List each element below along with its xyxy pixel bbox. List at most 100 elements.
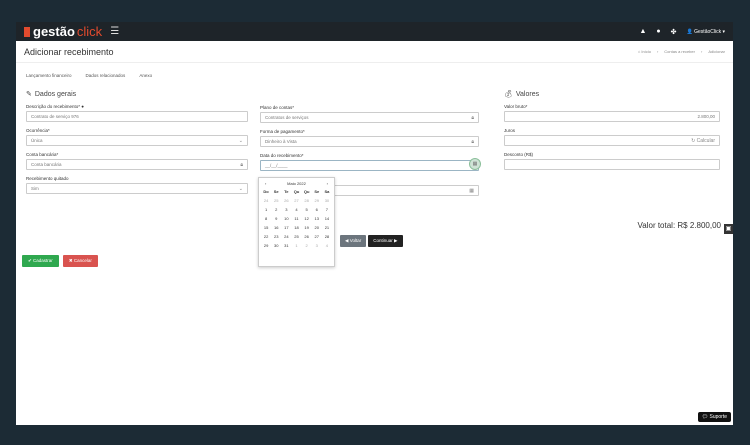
- cadastrar-button[interactable]: ✔ Cadastrar: [22, 255, 59, 267]
- calendar-day[interactable]: 8: [261, 216, 271, 221]
- forma-input[interactable]: Dinheiro à Vista 🔒︎: [260, 136, 479, 147]
- calendar-day[interactable]: 10: [281, 216, 291, 221]
- tab-lancamento[interactable]: Lançamento financeiro: [26, 73, 72, 78]
- calendar-day[interactable]: 1: [261, 207, 271, 212]
- calendar-day[interactable]: 20: [312, 225, 322, 230]
- page-title: Adicionar recebimento: [24, 46, 114, 57]
- calendar-day[interactable]: 18: [291, 225, 301, 230]
- calendar-month[interactable]: Maio 2022: [287, 181, 306, 186]
- voltar-button[interactable]: ◀ Voltar: [340, 235, 367, 247]
- menu-icon[interactable]: ☰: [110, 26, 119, 37]
- check-icon: ✔: [28, 258, 32, 263]
- juros-input[interactable]: ↻ Calcular: [504, 135, 720, 146]
- calendar-day[interactable]: 19: [302, 225, 312, 230]
- calendar-day[interactable]: 9: [271, 216, 281, 221]
- calendar-day[interactable]: 4: [322, 243, 332, 248]
- calendar-day[interactable]: 2: [271, 207, 281, 212]
- tab-dados-relacionados[interactable]: Dados relacionados: [86, 73, 126, 78]
- prev-month-icon[interactable]: ‹: [265, 181, 266, 186]
- calendar-day[interactable]: 7: [322, 207, 332, 212]
- close-icon: ✖: [68, 258, 73, 263]
- calendar-day[interactable]: 27: [291, 198, 301, 203]
- calendar-day[interactable]: 12: [302, 216, 312, 221]
- calendar-day[interactable]: 25: [291, 234, 301, 239]
- calendar-day[interactable]: 21: [322, 225, 332, 230]
- info-icon: ●: [81, 104, 85, 109]
- calendar-day[interactable]: 14: [322, 216, 332, 221]
- help-icon[interactable]: ●: [656, 28, 660, 35]
- brand-accent: click: [76, 24, 103, 39]
- calendar-day[interactable]: 3: [312, 243, 322, 248]
- calendar-day[interactable]: 27: [312, 234, 322, 239]
- cancelar-button[interactable]: ✖ Cancelar: [62, 255, 98, 267]
- side-widget-icon[interactable]: ▣: [724, 224, 733, 234]
- lock-icon: 🔒︎: [240, 161, 243, 168]
- logo[interactable]: gestão click: [24, 24, 102, 39]
- breadcrumb-contas[interactable]: Contas a receber: [664, 49, 695, 54]
- settings-icon[interactable]: ✤: [671, 28, 677, 36]
- descricao-input[interactable]: Contrato de serviço 976: [26, 111, 248, 122]
- next-month-icon[interactable]: ›: [327, 181, 328, 186]
- calendar-day[interactable]: 2: [302, 243, 312, 248]
- chevron-down-icon: ⌄: [238, 137, 243, 144]
- plano-input[interactable]: Contratos de serviços 🔒︎: [260, 112, 479, 123]
- calendar-day[interactable]: 15: [261, 225, 271, 230]
- calendar-weekday: Te: [284, 189, 289, 194]
- bruto-input[interactable]: 2.800,00: [504, 111, 720, 122]
- calendar-day[interactable]: 29: [312, 198, 322, 203]
- tab-anexo[interactable]: Anexo: [139, 73, 152, 78]
- calendar-weekday: Se: [273, 189, 279, 194]
- calendar-day[interactable]: 26: [281, 198, 291, 203]
- desconto-label: Desconto (R$): [504, 152, 534, 157]
- calendar-day[interactable]: 31: [281, 243, 291, 248]
- top-bar: gestão click ☰ ▲ ● ✤ 👤 GestãoClick ▾: [16, 22, 733, 41]
- continuar-button[interactable]: Continuar ▶: [368, 235, 403, 247]
- calendar-day[interactable]: 5: [302, 207, 312, 212]
- calendar-grid: Do Se Te Qu Qu Se Sa 24 25 26 27 28 29 30 1 2 3 4 5 6 7 8 9 10 1…: [261, 189, 332, 248]
- section-title-values: 💰︎ Valores: [504, 90, 540, 99]
- calendar-day[interactable]: 25: [271, 198, 281, 203]
- ocorrencia-select[interactable]: Única ⌄: [26, 135, 248, 146]
- calendar-day[interactable]: 16: [271, 225, 281, 230]
- calendar-day[interactable]: 30: [271, 243, 281, 248]
- calendar-day[interactable]: 26: [302, 234, 312, 239]
- calendar-day[interactable]: 3: [281, 207, 291, 212]
- calendar-day[interactable]: 17: [281, 225, 291, 230]
- conta-label: Conta bancária*: [26, 152, 59, 157]
- calendar-day[interactable]: 22: [261, 234, 271, 239]
- logo-mark-icon: [24, 26, 30, 37]
- general-left-column: ✎ Dados gerais Descrição do recebimento* …: [26, 90, 248, 194]
- conta-input[interactable]: Conta bancária 🔒︎: [26, 159, 248, 170]
- juros-label: Juros: [504, 128, 516, 133]
- data-label: Data do recebimento*: [260, 153, 304, 158]
- calendar-day[interactable]: 11: [291, 216, 301, 221]
- calendar-day[interactable]: 4: [291, 207, 301, 212]
- values-column: 💰︎ Valores Valor bruto* 2.800,00 Juros ↻ …: [504, 90, 720, 170]
- home-icon: ⌂: [637, 49, 641, 54]
- breadcrumb-home[interactable]: ⌂ Início: [638, 49, 651, 54]
- breadcrumb-separator: ›: [656, 49, 659, 54]
- suporte-button[interactable]: 💬︎ Suporte: [697, 412, 731, 422]
- calendar-day[interactable]: 24: [261, 198, 271, 203]
- calendar-day[interactable]: 24: [281, 234, 291, 239]
- desconto-input[interactable]: [504, 159, 720, 170]
- brand-name: gestão: [33, 24, 75, 39]
- calendar-day[interactable]: 29: [261, 243, 271, 248]
- calendar-day[interactable]: 30: [322, 198, 332, 203]
- quitado-select[interactable]: Sim ⌄: [26, 183, 248, 194]
- calendar-day[interactable]: 1: [291, 243, 301, 248]
- user-menu[interactable]: 👤 GestãoClick ▾: [687, 29, 725, 35]
- calendar-icon[interactable]: ▦: [469, 158, 481, 170]
- descricao-label: Descrição do recebimento* ●: [26, 104, 85, 109]
- calendar-day[interactable]: 28: [322, 234, 332, 239]
- calendar-day[interactable]: 28: [302, 198, 312, 203]
- tabs: Lançamento financeiro Dados relacionados…: [16, 63, 733, 78]
- plano-label: Plano de contas*: [260, 105, 295, 110]
- calendar-day[interactable]: 13: [312, 216, 322, 221]
- calendar-day[interactable]: 6: [312, 207, 322, 212]
- calcular-button[interactable]: ↻ Calcular: [691, 138, 715, 144]
- data-input[interactable]: __/__/____ ▦: [260, 158, 481, 171]
- chat-icon: 💬︎: [701, 414, 709, 420]
- bell-icon[interactable]: ▲: [639, 28, 646, 35]
- calendar-day[interactable]: 23: [271, 234, 281, 239]
